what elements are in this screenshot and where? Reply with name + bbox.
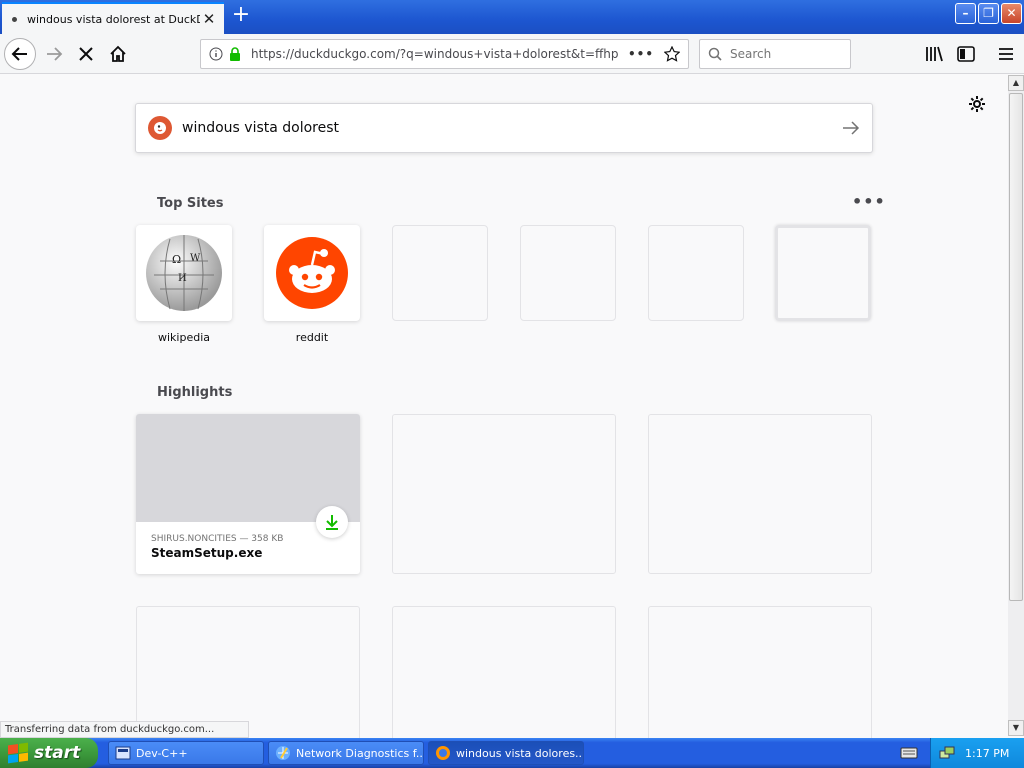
highlight-empty [648, 414, 872, 574]
top-site-empty [520, 225, 616, 321]
browser-tab[interactable]: windous vista dolorest at DuckDuckGo ✕ [2, 2, 224, 34]
back-button[interactable] [4, 38, 36, 70]
library-button[interactable] [920, 40, 948, 68]
search-input[interactable] [730, 47, 840, 61]
home-button[interactable] [102, 38, 134, 70]
stop-button[interactable] [70, 38, 102, 70]
forward-button[interactable] [38, 38, 70, 70]
svg-text:Ω: Ω [172, 253, 181, 266]
scroll-down-arrow-icon[interactable]: ▼ [1008, 720, 1024, 736]
close-window-button[interactable]: ✕ [1001, 3, 1022, 24]
devcpp-icon [115, 746, 131, 760]
library-icon [926, 46, 943, 62]
settings-button[interactable] [966, 93, 988, 115]
wikipedia-globe-icon: Ω W И [146, 235, 222, 311]
highlight-card-download[interactable]: SHIRUS.NONCITIES — 358 KB SteamSetup.exe [136, 414, 360, 574]
forward-arrow-icon [47, 47, 63, 61]
sidebar-button[interactable] [952, 40, 980, 68]
top-site-reddit[interactable]: reddit [264, 225, 360, 344]
svg-text:W: W [190, 253, 201, 264]
taskbar-item-network-diagnostics[interactable]: Network Diagnostics f... [268, 741, 424, 765]
info-icon[interactable] [209, 47, 223, 61]
new-tab-page: windous vista dolorest Top Sites ••• Ω W… [0, 75, 1008, 766]
tab-loading-icon [12, 16, 17, 22]
download-badge [316, 506, 348, 538]
duckduckgo-search-box[interactable]: windous vista dolorest [135, 103, 873, 153]
network-tray-icon[interactable] [939, 745, 955, 761]
reddit-alien-icon [276, 237, 348, 309]
start-label: start [34, 743, 81, 763]
vertical-scrollbar[interactable]: ▲ ▼ [1008, 75, 1024, 736]
gear-icon [969, 96, 985, 112]
search-query-text[interactable]: windous vista dolorest [182, 120, 842, 136]
top-site-label[interactable]: reddit [264, 331, 360, 344]
taskbar-item-label: Network Diagnostics f... [296, 746, 424, 760]
taskbar-item-firefox[interactable]: windous vista dolores... [428, 741, 584, 765]
stop-icon [79, 47, 93, 61]
network-diagnostics-icon [276, 746, 290, 760]
search-icon [708, 47, 722, 61]
restore-button[interactable]: ❐ [978, 3, 999, 24]
status-panel: Transferring data from duckduckgo.com... [0, 721, 249, 738]
top-sites-title: Top Sites [157, 196, 224, 211]
top-site-tile[interactable] [264, 225, 360, 321]
hamburger-menu-icon [999, 48, 1013, 60]
taskbar: start Dev-C++ Network Diagnostics f... w… [0, 738, 1024, 768]
top-site-tile[interactable]: Ω W И [136, 225, 232, 321]
menu-button[interactable] [992, 40, 1020, 68]
start-button[interactable]: start [0, 738, 98, 768]
taskbar-item-devcpp[interactable]: Dev-C++ [108, 741, 264, 765]
top-sites-more-icon[interactable]: ••• [852, 192, 886, 211]
lock-icon[interactable] [229, 47, 241, 61]
keyboard-icon[interactable] [900, 745, 918, 761]
top-site-label[interactable]: wikipedia [136, 331, 232, 344]
url-bar[interactable]: https://duckduckgo.com/?q=windous+vista+… [200, 39, 689, 69]
navigation-toolbar: https://duckduckgo.com/?q=windous+vista+… [0, 34, 1024, 74]
sidebar-icon [957, 46, 975, 62]
highlight-empty [392, 414, 616, 574]
top-site-empty [392, 225, 488, 321]
top-site-empty-focused[interactable] [775, 225, 871, 321]
new-tab-button[interactable]: + [230, 4, 252, 27]
duckduckgo-logo-icon [148, 116, 172, 140]
search-go-arrow-icon[interactable] [842, 121, 860, 135]
minimize-button[interactable]: – [955, 3, 976, 24]
tab-title: windous vista dolorest at DuckDuckGo [27, 12, 200, 26]
windows-logo-icon [8, 742, 28, 764]
top-site-empty [648, 225, 744, 321]
svg-text:И: И [178, 273, 187, 284]
taskbar-item-label: Dev-C++ [136, 746, 188, 760]
firefox-icon [436, 746, 450, 760]
home-icon [110, 45, 126, 62]
scrollbar-thumb[interactable] [1009, 93, 1023, 601]
search-bar[interactable] [699, 39, 851, 69]
back-arrow-icon [11, 47, 27, 61]
tab-strip: windous vista dolorest at DuckDuckGo ✕ +… [0, 0, 1024, 34]
bookmark-star-icon[interactable] [664, 46, 680, 62]
window-controls: – ❐ ✕ [955, 3, 1022, 24]
tab-close-icon[interactable]: ✕ [200, 10, 218, 28]
url-text[interactable]: https://duckduckgo.com/?q=windous+vista+… [251, 47, 618, 61]
top-site-wikipedia[interactable]: Ω W И wikipedia [136, 225, 232, 344]
download-icon [326, 515, 338, 530]
clock[interactable]: 1:17 PM [965, 747, 1009, 760]
taskbar-item-label: windous vista dolores... [456, 746, 584, 760]
highlight-title: SteamSetup.exe [151, 546, 263, 560]
highlights-title: Highlights [157, 385, 233, 400]
page-actions-icon[interactable]: ••• [628, 47, 654, 61]
system-tray: 1:17 PM [930, 738, 1024, 768]
scroll-up-arrow-icon[interactable]: ▲ [1008, 75, 1024, 91]
